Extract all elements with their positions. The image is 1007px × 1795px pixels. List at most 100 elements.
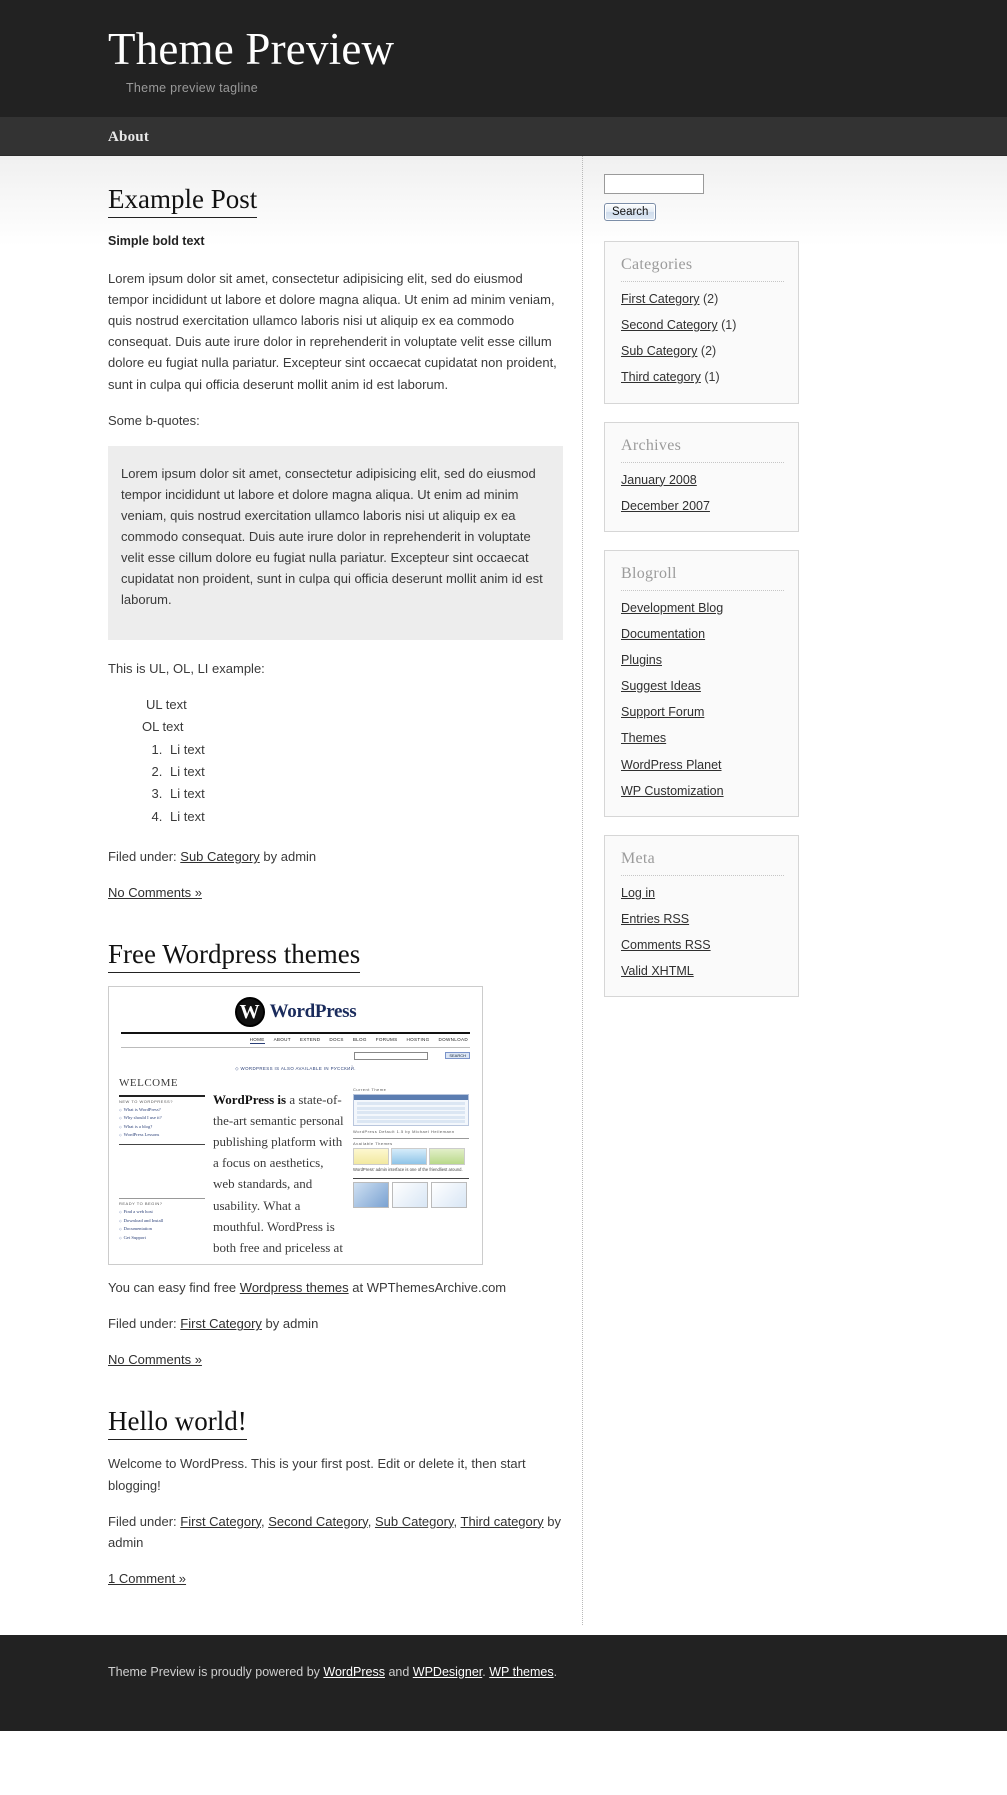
meta-link-valid-xhtml[interactable]: Valid XHTML [621, 964, 694, 978]
wp-para-lead: WordPress is [213, 1092, 287, 1108]
divider [353, 1138, 469, 1140]
category-link[interactable]: Sub Category [180, 849, 260, 864]
wp-nav-download: DOWNLOAD [438, 1037, 468, 1043]
category-link[interactable]: Second Category [268, 1514, 368, 1529]
divider [353, 1177, 469, 1180]
blogroll-link[interactable]: Documentation [621, 627, 705, 641]
category-link[interactable]: Second Category [621, 318, 718, 332]
list-item: Comments RSS [621, 936, 784, 954]
blogroll-link[interactable]: Plugins [621, 653, 662, 667]
list-item: Sub Category (2) [621, 342, 784, 360]
category-link[interactable]: Sub Category [621, 344, 697, 358]
wp-search-row: SEARCH [109, 1048, 482, 1062]
blogroll-link[interactable]: Development Blog [621, 601, 723, 615]
post-hello-world: Hello world! Welcome to WordPress. This … [108, 1406, 563, 1588]
nav-link-about[interactable]: About [108, 129, 149, 145]
list-item: Themes [621, 729, 784, 747]
footer-link-wordpress[interactable]: WordPress [323, 1665, 385, 1679]
main-content: Example Post Simple bold text Lorem ipsu… [108, 156, 563, 1625]
footer-text-2: and [384, 1664, 413, 1679]
wp-theme-grid [353, 1148, 469, 1166]
wp-language-banner: ◇ WORDPRESS IS ALSO AVAILABLE IN РУССКИЙ… [235, 1066, 356, 1072]
meta-link-login[interactable]: Log in [621, 886, 655, 900]
sidebar: Search Categories First Category (2) Sec… [604, 156, 799, 1015]
nav-item-about[interactable]: About [108, 128, 149, 146]
comments-link[interactable]: No Comments » [108, 1352, 202, 1367]
list-item: Valid XHTML [621, 962, 784, 980]
wordpress-themes-link[interactable]: Wordpress themes [240, 1280, 349, 1295]
blockquote-intro: Some b-quotes: [108, 412, 200, 428]
wp-paragraph-1: WordPress is a state-of-the-art semantic… [213, 1089, 345, 1264]
post-paragraph: Lorem ipsum dolor sit amet, consectetur … [108, 271, 557, 392]
wp-nav-home: HOME [249, 1037, 265, 1045]
wp-nav-docs: DOCS [329, 1037, 344, 1043]
comments-link[interactable]: 1 Comment » [108, 1571, 186, 1586]
blogroll-list: Development Blog Documentation Plugins S… [621, 599, 784, 800]
footer-link-wpdesigner[interactable]: WPDesigner [413, 1665, 482, 1679]
blogroll-link[interactable]: Support Forum [621, 705, 704, 719]
meta-link-entries-rss[interactable]: Entries RSS [621, 912, 689, 926]
wp-middle-column: WordPress is a state-of-the-art semantic… [213, 1075, 345, 1264]
list-item: Second Category (1) [621, 316, 784, 334]
ul-item: UL text [146, 697, 187, 712]
widget-archives: Archives January 2008 December 2007 [604, 421, 799, 532]
sep: , [367, 1513, 372, 1529]
category-link[interactable]: First Category [180, 1316, 262, 1331]
wp-image-caption: WordPress' admin interface is one of the… [353, 1167, 463, 1173]
archive-link[interactable]: January 2008 [621, 473, 697, 487]
divider [621, 874, 784, 876]
list-item: Li text [166, 783, 563, 805]
post-author: by admin [265, 1316, 319, 1332]
wp-section-title: READY TO BEGIN? [119, 1201, 163, 1207]
footer-link-wp-themes[interactable]: WP themes [489, 1665, 553, 1679]
blogroll-link[interactable]: WP Customization [621, 784, 724, 798]
wp-available-themes-title: Available Themes [353, 1141, 393, 1147]
blogroll-link[interactable]: Themes [621, 731, 666, 745]
widget-title: Blogroll [621, 564, 677, 582]
wp-welcome-heading: WELCOME [119, 1077, 179, 1090]
category-link[interactable]: Sub Category [375, 1514, 454, 1529]
post-meta: Filed under: First Category by admin [108, 1313, 563, 1334]
category-link[interactable]: Third category [621, 370, 701, 384]
wordpress-logo: W WordPress [109, 987, 482, 1029]
meta-link-comments-rss[interactable]: Comments RSS [621, 938, 711, 952]
post-paragraph: Welcome to WordPress. This is your first… [108, 1456, 526, 1493]
category-link[interactable]: Third category [461, 1514, 544, 1529]
search-input[interactable] [604, 174, 704, 194]
list-item: Li text [166, 761, 563, 783]
wordpress-screenshot-image[interactable]: W WordPress HOME ABOUT EXTEND DOCS BLOG … [108, 986, 483, 1266]
archive-link[interactable]: December 2007 [621, 499, 710, 513]
caption-after: at WPThemesArchive.com [348, 1280, 507, 1296]
ordered-list-label: OL text [108, 716, 563, 738]
list-item: Log in [621, 884, 784, 902]
wordpress-w-icon: W [234, 997, 265, 1028]
widget-title: Meta [621, 849, 656, 867]
wp-link: Get Support [119, 1234, 205, 1242]
site-header: Theme Preview Theme preview tagline [0, 0, 1007, 117]
category-link[interactable]: First Category [621, 292, 700, 306]
list-item: Documentation [621, 625, 784, 643]
divider [621, 589, 784, 591]
wp-link: Find a web host [119, 1208, 205, 1216]
wp-thumbnail [431, 1182, 467, 1209]
wp-link: What is a blog? [119, 1123, 205, 1131]
post-meta: Filed under: Sub Category by admin [108, 846, 563, 867]
post-title-link[interactable]: Free Wordpress themes [108, 939, 361, 974]
sep: , [260, 1513, 265, 1529]
wp-current-theme-sub: WordPress Default 1.5 by Michael Heilema… [353, 1129, 455, 1135]
post-blockquote: Lorem ipsum dolor sit amet, consectetur … [108, 445, 563, 640]
wp-para-rest: a state-of-the-art semantic personal pub… [213, 1092, 344, 1264]
post-title-link[interactable]: Example Post [108, 184, 258, 218]
post-title-link[interactable]: Hello world! [108, 1406, 247, 1441]
category-link[interactable]: First Category [180, 1514, 261, 1529]
wp-link: Why should I use it? [119, 1114, 205, 1122]
blogroll-link[interactable]: Suggest Ideas [621, 679, 701, 693]
image-caption: You can easy find free Wordpress themes … [108, 1277, 563, 1298]
blogroll-link[interactable]: WordPress Planet [621, 758, 722, 772]
list-item: Support Forum [621, 703, 784, 721]
site-title[interactable]: Theme Preview [108, 25, 1007, 73]
ordered-list: Li text Li text Li text Li text [108, 739, 563, 828]
widget-title: Archives [621, 436, 682, 454]
search-button[interactable]: Search [604, 203, 657, 221]
comments-link[interactable]: No Comments » [108, 885, 202, 900]
